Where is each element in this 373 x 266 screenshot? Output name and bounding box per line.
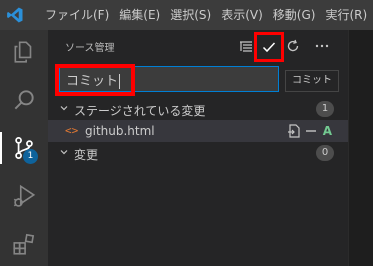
vscode-logo-icon bbox=[7, 7, 23, 23]
text-caret bbox=[119, 74, 121, 89]
editor-area bbox=[348, 30, 373, 266]
run-debug-icon bbox=[13, 184, 36, 207]
menu-go[interactable]: 移動(G) bbox=[268, 0, 321, 30]
html-file-icon: <> bbox=[65, 124, 79, 137]
commit-message-text: コミット bbox=[66, 74, 119, 89]
source-control-panel: ソース管理 コミット コミット ステージされている変更 1 <> github.… bbox=[48, 30, 348, 266]
activity-source-control[interactable]: 1 bbox=[0, 128, 44, 168]
file-status-added: A bbox=[322, 124, 332, 138]
unstage-button[interactable] bbox=[303, 123, 319, 139]
activity-explorer[interactable] bbox=[4, 32, 44, 72]
refresh-icon bbox=[287, 39, 299, 52]
ellipsis-icon bbox=[315, 44, 329, 48]
open-file-button[interactable] bbox=[286, 123, 302, 139]
more-actions-button[interactable] bbox=[311, 35, 333, 57]
scm-header: ソース管理 bbox=[48, 30, 348, 62]
changes-group[interactable]: 変更 0 bbox=[48, 142, 348, 164]
staged-changes-label: ステージされている変更 bbox=[74, 104, 206, 118]
activity-extensions[interactable] bbox=[4, 224, 44, 264]
menu-view[interactable]: 表示(V) bbox=[216, 0, 268, 30]
title-bar: ファイル(F) 編集(E) 選択(S) 表示(V) 移動(G) 実行(R) bbox=[0, 0, 373, 30]
activity-bar: 1 bbox=[0, 30, 48, 266]
check-icon bbox=[262, 42, 276, 53]
menu-run[interactable]: 実行(R) bbox=[320, 0, 372, 30]
commit-message-box[interactable]: コミット bbox=[59, 66, 279, 92]
refresh-button[interactable] bbox=[282, 35, 304, 57]
staged-file-row[interactable]: <> github.html A bbox=[48, 120, 348, 142]
scm-title: ソース管理 bbox=[65, 43, 115, 54]
commit-tooltip: コミット bbox=[285, 70, 339, 92]
changes-count-badge: 0 bbox=[316, 145, 334, 161]
go-to-file-icon bbox=[288, 124, 300, 138]
menu-file[interactable]: ファイル(F) bbox=[40, 0, 114, 30]
list-tree-icon bbox=[240, 41, 252, 52]
menu-edit[interactable]: 編集(E) bbox=[114, 0, 165, 30]
commit-message-input[interactable]: コミット bbox=[66, 70, 266, 89]
chevron-down-icon bbox=[60, 150, 68, 155]
extensions-icon bbox=[13, 233, 35, 255]
file-name: github.html bbox=[85, 124, 155, 138]
minus-icon bbox=[306, 130, 316, 132]
changes-label: 変更 bbox=[74, 148, 99, 162]
menu-selection[interactable]: 選択(S) bbox=[165, 0, 216, 30]
staged-changes-group[interactable]: ステージされている変更 1 bbox=[48, 98, 348, 120]
search-icon bbox=[14, 90, 34, 110]
commit-button[interactable] bbox=[254, 32, 284, 62]
source-control-badge: 1 bbox=[23, 149, 38, 164]
staged-count-badge: 1 bbox=[316, 101, 334, 117]
vscode-window: ファイル(F) 編集(E) 選択(S) 表示(V) 移動(G) 実行(R) 1 … bbox=[0, 0, 373, 266]
menu-bar: ファイル(F) 編集(E) 選択(S) 表示(V) 移動(G) 実行(R) bbox=[40, 0, 372, 30]
files-icon bbox=[14, 41, 32, 63]
activity-run-debug[interactable] bbox=[4, 176, 44, 216]
chevron-down-icon bbox=[60, 106, 68, 111]
activity-search[interactable] bbox=[4, 80, 44, 120]
